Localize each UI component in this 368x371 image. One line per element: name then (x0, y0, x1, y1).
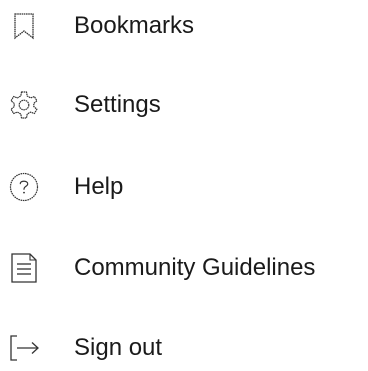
document-lines-icon (2, 238, 46, 298)
help-circle-icon (2, 157, 46, 217)
sign-out-icon (2, 318, 46, 371)
menu-item-bookmarks[interactable]: Bookmarks (0, 0, 368, 56)
menu-item-help[interactable]: Help (0, 157, 368, 217)
bookmark-icon (2, 0, 46, 56)
menu-item-label: Help (74, 173, 124, 200)
menu-item-sign-out[interactable]: Sign out (0, 318, 368, 371)
menu-item-label: Bookmarks (74, 12, 195, 39)
account-menu: Bookmarks Settings Help Community Guidel… (0, 0, 368, 371)
menu-item-label: Sign out (74, 334, 163, 361)
menu-item-label: Community Guidelines (74, 254, 316, 281)
menu-item-community-guidelines[interactable]: Community Guidelines (0, 238, 368, 298)
gear-icon (2, 75, 46, 135)
menu-item-label: Settings (74, 91, 161, 118)
menu-item-settings[interactable]: Settings (0, 75, 368, 135)
